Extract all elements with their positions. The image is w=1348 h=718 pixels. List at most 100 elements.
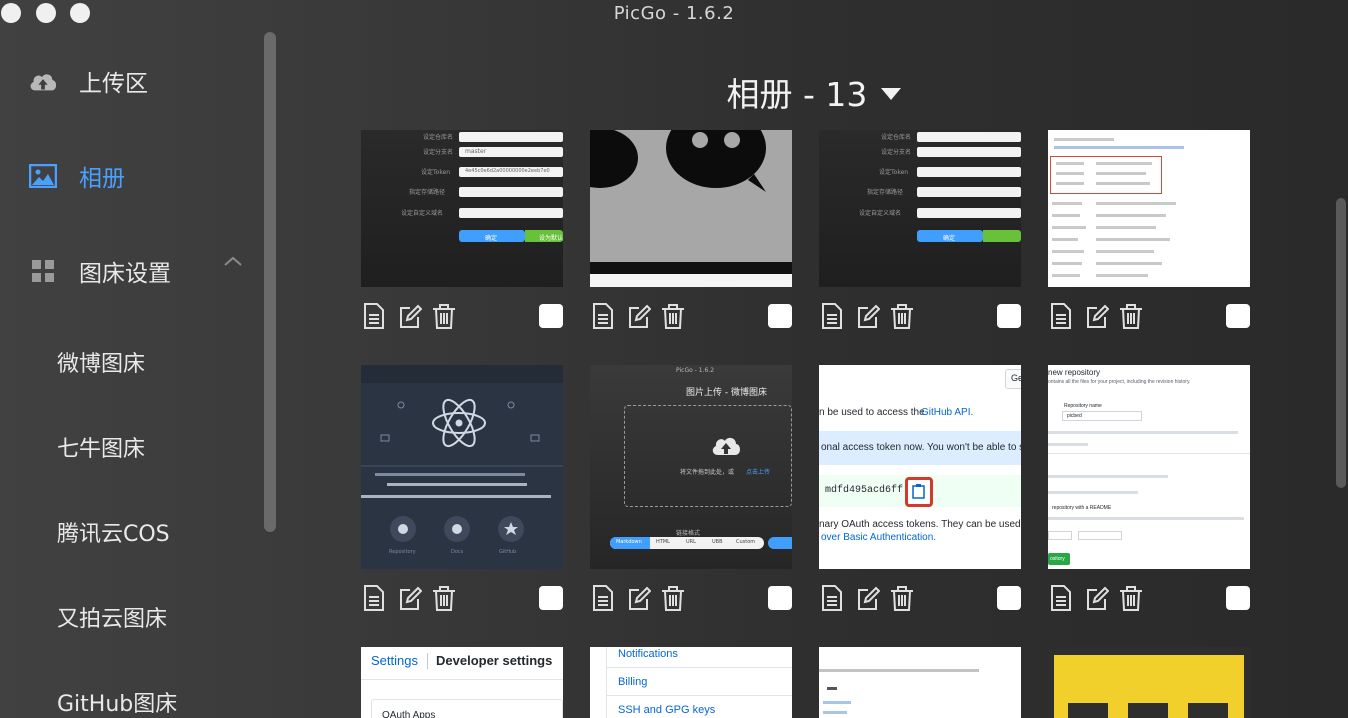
sidebar-item-qiniu[interactable]: 七牛图床 (57, 427, 145, 467)
sidebar-item-upyun[interactable]: 又拍云图床 (57, 597, 167, 637)
thumb-line (1054, 146, 1184, 149)
thumb-line (1052, 238, 1078, 241)
delete-icon[interactable] (432, 584, 456, 612)
thumb-text: 设定分支名 (423, 149, 454, 156)
copy-link-icon[interactable] (820, 302, 844, 330)
thumb-button: 确定 (459, 230, 525, 242)
thumb-line (1096, 226, 1156, 229)
thumb-line (1096, 262, 1162, 265)
thumb-text: 设为默认 (539, 235, 563, 242)
card-actions (361, 302, 563, 330)
copy-link-icon[interactable] (1049, 584, 1073, 612)
card-actions (819, 584, 1021, 612)
image-thumbnail[interactable] (819, 647, 1021, 718)
select-checkbox[interactable] (997, 304, 1021, 328)
delete-icon[interactable] (661, 584, 685, 612)
clipboard-icon (912, 484, 925, 499)
select-checkbox[interactable] (768, 586, 792, 610)
delete-icon[interactable] (661, 302, 685, 330)
edit-icon[interactable] (1085, 584, 1110, 612)
card-actions (819, 302, 1021, 330)
thumb-divider (606, 695, 792, 696)
edit-icon[interactable] (1085, 302, 1110, 330)
thumb-input (917, 187, 1021, 197)
edit-icon[interactable] (856, 584, 881, 612)
select-checkbox[interactable] (768, 304, 792, 328)
select-checkbox[interactable] (539, 586, 563, 610)
album-title: 相册 - 13 (726, 75, 868, 114)
image-thumbnail[interactable] (590, 130, 792, 287)
copy-link-icon[interactable] (591, 584, 615, 612)
image-thumbnail[interactable]: Repository Docs GitHub (361, 365, 563, 569)
thumb-select (1078, 531, 1122, 540)
thumb-line (1052, 202, 1082, 205)
image-thumbnail[interactable]: Ge n be used to access the GitHub API. o… (819, 365, 1021, 569)
edit-icon[interactable] (398, 302, 423, 330)
image-thumbnail[interactable]: 设定仓库名 设定分支名 设定Token 指定存储路径 设定自定义域名 确定 (819, 130, 1021, 287)
thumb-text: 将文件拖到此处，或 (680, 469, 735, 476)
delete-icon[interactable] (432, 302, 456, 330)
copy-link-icon[interactable] (362, 584, 386, 612)
image-thumbnail[interactable]: new repository ontains all the files for… (1048, 365, 1250, 569)
thumb-text: SSH and GPG keys (618, 704, 716, 716)
sidebar-item-tencent-cos[interactable]: 腾讯云COS (57, 512, 170, 552)
edit-icon[interactable] (627, 584, 652, 612)
sidebar-item-upload[interactable]: 上传区 (0, 51, 260, 111)
title-bar: PicGo - 1.6.2 (0, 0, 1348, 28)
delete-icon[interactable] (890, 302, 914, 330)
image-thumbnail[interactable]: Notifications Billing SSH and GPG keys (590, 647, 792, 718)
select-checkbox[interactable] (1226, 586, 1250, 610)
copy-link-icon[interactable] (820, 584, 844, 612)
thumb-input (459, 208, 563, 218)
thumb-line (1048, 443, 1088, 446)
thumb-line (1052, 214, 1080, 217)
image-thumbnail[interactable] (1048, 130, 1250, 287)
thumb-button (768, 537, 792, 549)
copy-link-icon[interactable] (1049, 302, 1073, 330)
thumb-text: ontains all the files for your project, … (1048, 379, 1191, 385)
thumb-text: Custom (736, 539, 756, 545)
thumb-flash-banner: onal access token now. You won't be able… (819, 431, 1021, 465)
sidebar-item-weibo[interactable]: 微博图床 (57, 342, 145, 382)
sidebar-item-label: 相册 (79, 166, 125, 192)
image-thumbnail[interactable] (1048, 647, 1250, 718)
thumb-text: 点击上传 (746, 469, 771, 476)
copy-link-icon[interactable] (591, 302, 615, 330)
chevron-up-icon[interactable] (222, 254, 244, 268)
sidebar-item-github[interactable]: GitHub图床 (57, 682, 177, 718)
select-checkbox[interactable] (539, 304, 563, 328)
edit-icon[interactable] (627, 302, 652, 330)
edit-icon[interactable] (398, 584, 423, 612)
main-scrollbar[interactable] (1336, 198, 1346, 488)
image-thumbnail[interactable]: PicGo - 1.6.2 图片上传 - 微博图床 将文件拖到此处，或 点击上传… (590, 365, 792, 569)
thumb-line (1054, 138, 1114, 141)
album-title-dropdown[interactable]: 相册 - 13 (280, 68, 1348, 116)
edit-icon[interactable] (856, 302, 881, 330)
delete-icon[interactable] (1119, 302, 1143, 330)
select-checkbox[interactable] (997, 586, 1021, 610)
thumb-text: 图片上传 - 微博图床 (686, 388, 767, 398)
thumb-line (1096, 274, 1148, 277)
thumb-text: UBB (712, 539, 723, 545)
thumb-text: 设定Token (879, 169, 909, 176)
cloud-upload-icon (28, 66, 58, 96)
thumb-line (827, 687, 837, 690)
thumb-text: 设定分支名 (881, 149, 912, 156)
thumb-text: 链接格式 (676, 530, 701, 537)
thumb-line (1096, 238, 1170, 241)
image-thumbnail[interactable]: Settings Developer settings OAuth Apps (361, 647, 563, 718)
copy-link-icon[interactable] (362, 302, 386, 330)
thumb-line (823, 701, 851, 704)
select-checkbox[interactable] (1226, 304, 1250, 328)
sidebar-item-album[interactable]: 相册 (0, 146, 260, 206)
sidebar-scrollbar[interactable] (264, 32, 276, 532)
delete-icon[interactable] (890, 584, 914, 612)
image-thumbnail[interactable]: 设定仓库名 设定分支名 master 设定Token 4e45c0e6d2a00… (361, 130, 563, 287)
thumb-input: master (459, 147, 563, 157)
delete-icon[interactable] (1119, 584, 1143, 612)
grid-icon (28, 256, 58, 286)
sidebar-item-picbed-settings[interactable]: 图床设置 (0, 241, 260, 301)
thumb-line (1056, 182, 1084, 185)
thumb-select (1048, 531, 1072, 540)
thumb-text: Markdown (616, 539, 642, 545)
